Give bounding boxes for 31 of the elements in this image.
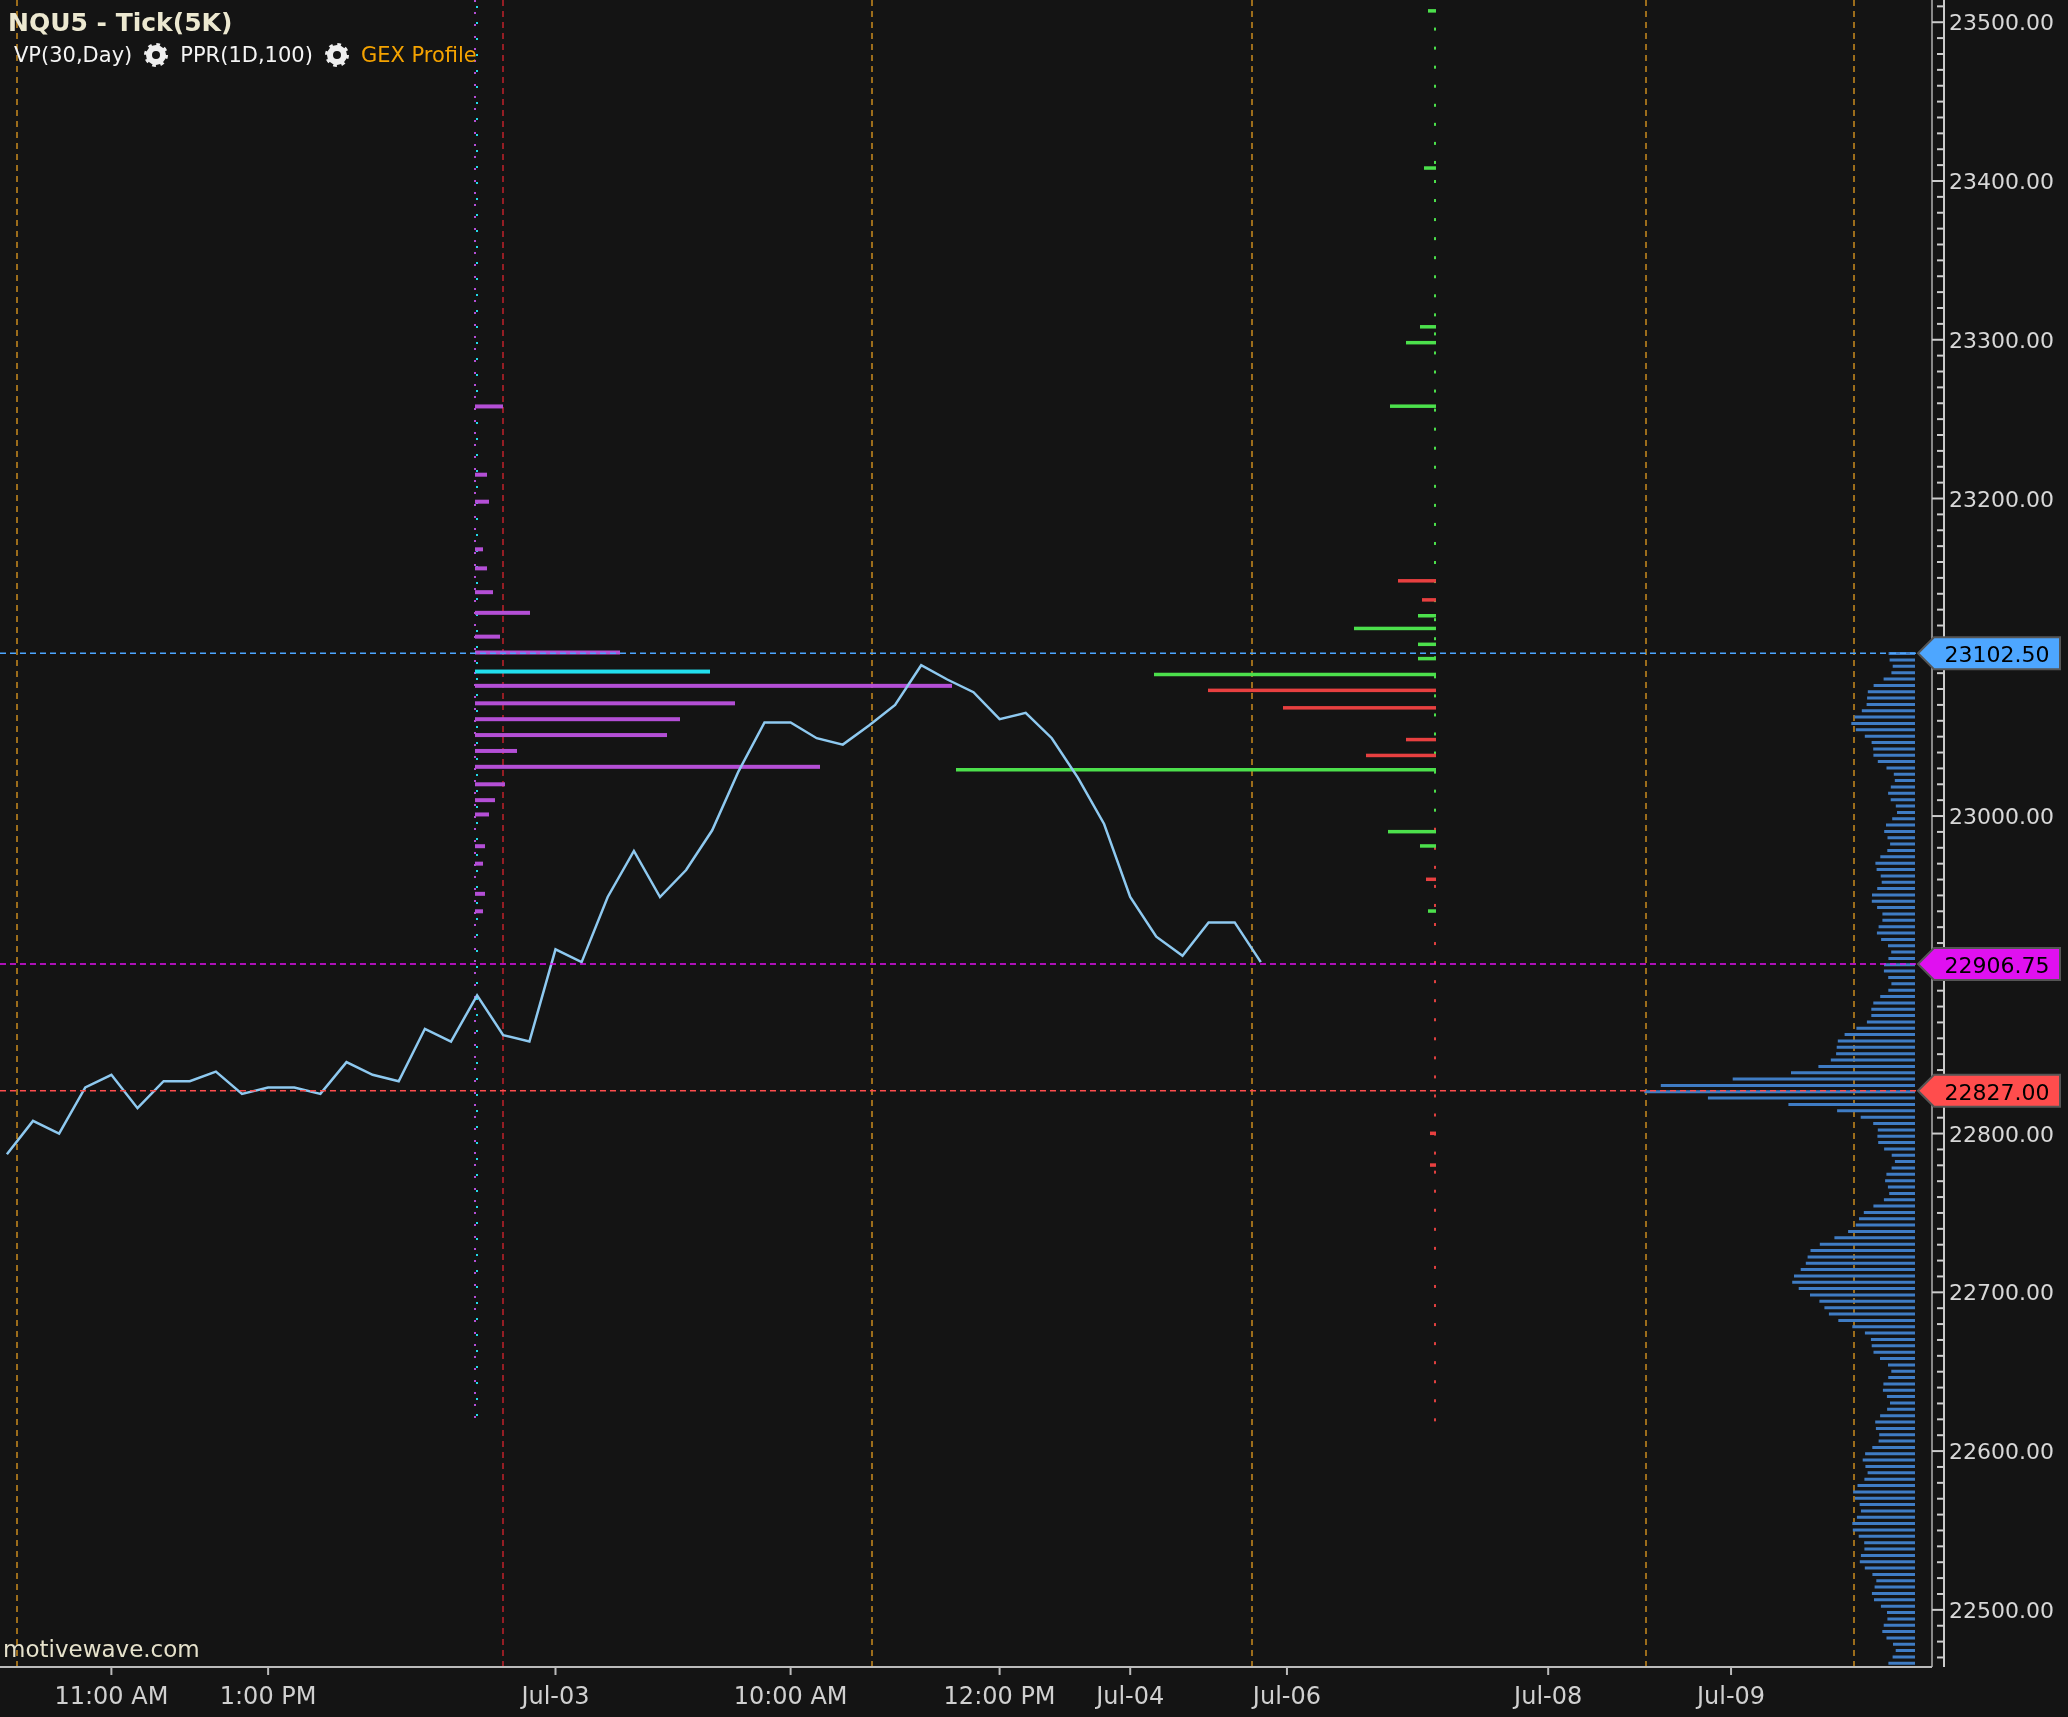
settings-icon[interactable]: [144, 43, 169, 67]
settings-icon[interactable]: [324, 43, 349, 67]
axis-label: 10:00 AM: [733, 1682, 848, 1710]
axis-label: 12:00 PM: [943, 1682, 1056, 1710]
axis-label: Jul-08: [1514, 1682, 1583, 1710]
axis-label: Jul-04: [1096, 1682, 1165, 1710]
axis-label: 11:00 AM: [54, 1682, 169, 1710]
axis-label: 22800.00: [1949, 1121, 2054, 1147]
axis-label: 23000.00: [1949, 804, 2054, 830]
ref-line-label: 22827.00: [1944, 1079, 2050, 1105]
axis-label: 22600.00: [1949, 1439, 2054, 1465]
price-tag: 23102.50: [1916, 636, 2061, 671]
ref-line-label: 23102.50: [1944, 642, 2050, 668]
axis-label: 22700.00: [1949, 1280, 2054, 1306]
indicator-label[interactable]: VP(30,Day): [14, 43, 133, 67]
axis-label: 23400.00: [1949, 169, 2054, 194]
price-tag: 22906.75: [1916, 947, 2061, 982]
chart-title: NQU5 - Tick(5K): [8, 8, 234, 37]
indicator-label[interactable]: GEX Profile: [360, 43, 477, 67]
axis-label: 22500.00: [1949, 1597, 2054, 1623]
axis-label: Jul-03: [521, 1682, 590, 1710]
axis-label: 23300.00: [1949, 327, 2054, 353]
axis-label: 23200.00: [1949, 486, 2054, 512]
indicator-label[interactable]: PPR(1D,100): [180, 43, 313, 67]
axis-label: Jul-09: [1696, 1682, 1766, 1710]
price-tag: 22827.00: [1916, 1073, 2061, 1108]
axis-label: 23500.00: [1949, 10, 2054, 36]
watermark-text: motivewave.com: [3, 1636, 200, 1662]
axis-label: Jul-06: [1252, 1682, 1322, 1710]
ref-line-label: 22906.75: [1944, 953, 2050, 979]
axis-label: 1:00 PM: [219, 1682, 317, 1710]
